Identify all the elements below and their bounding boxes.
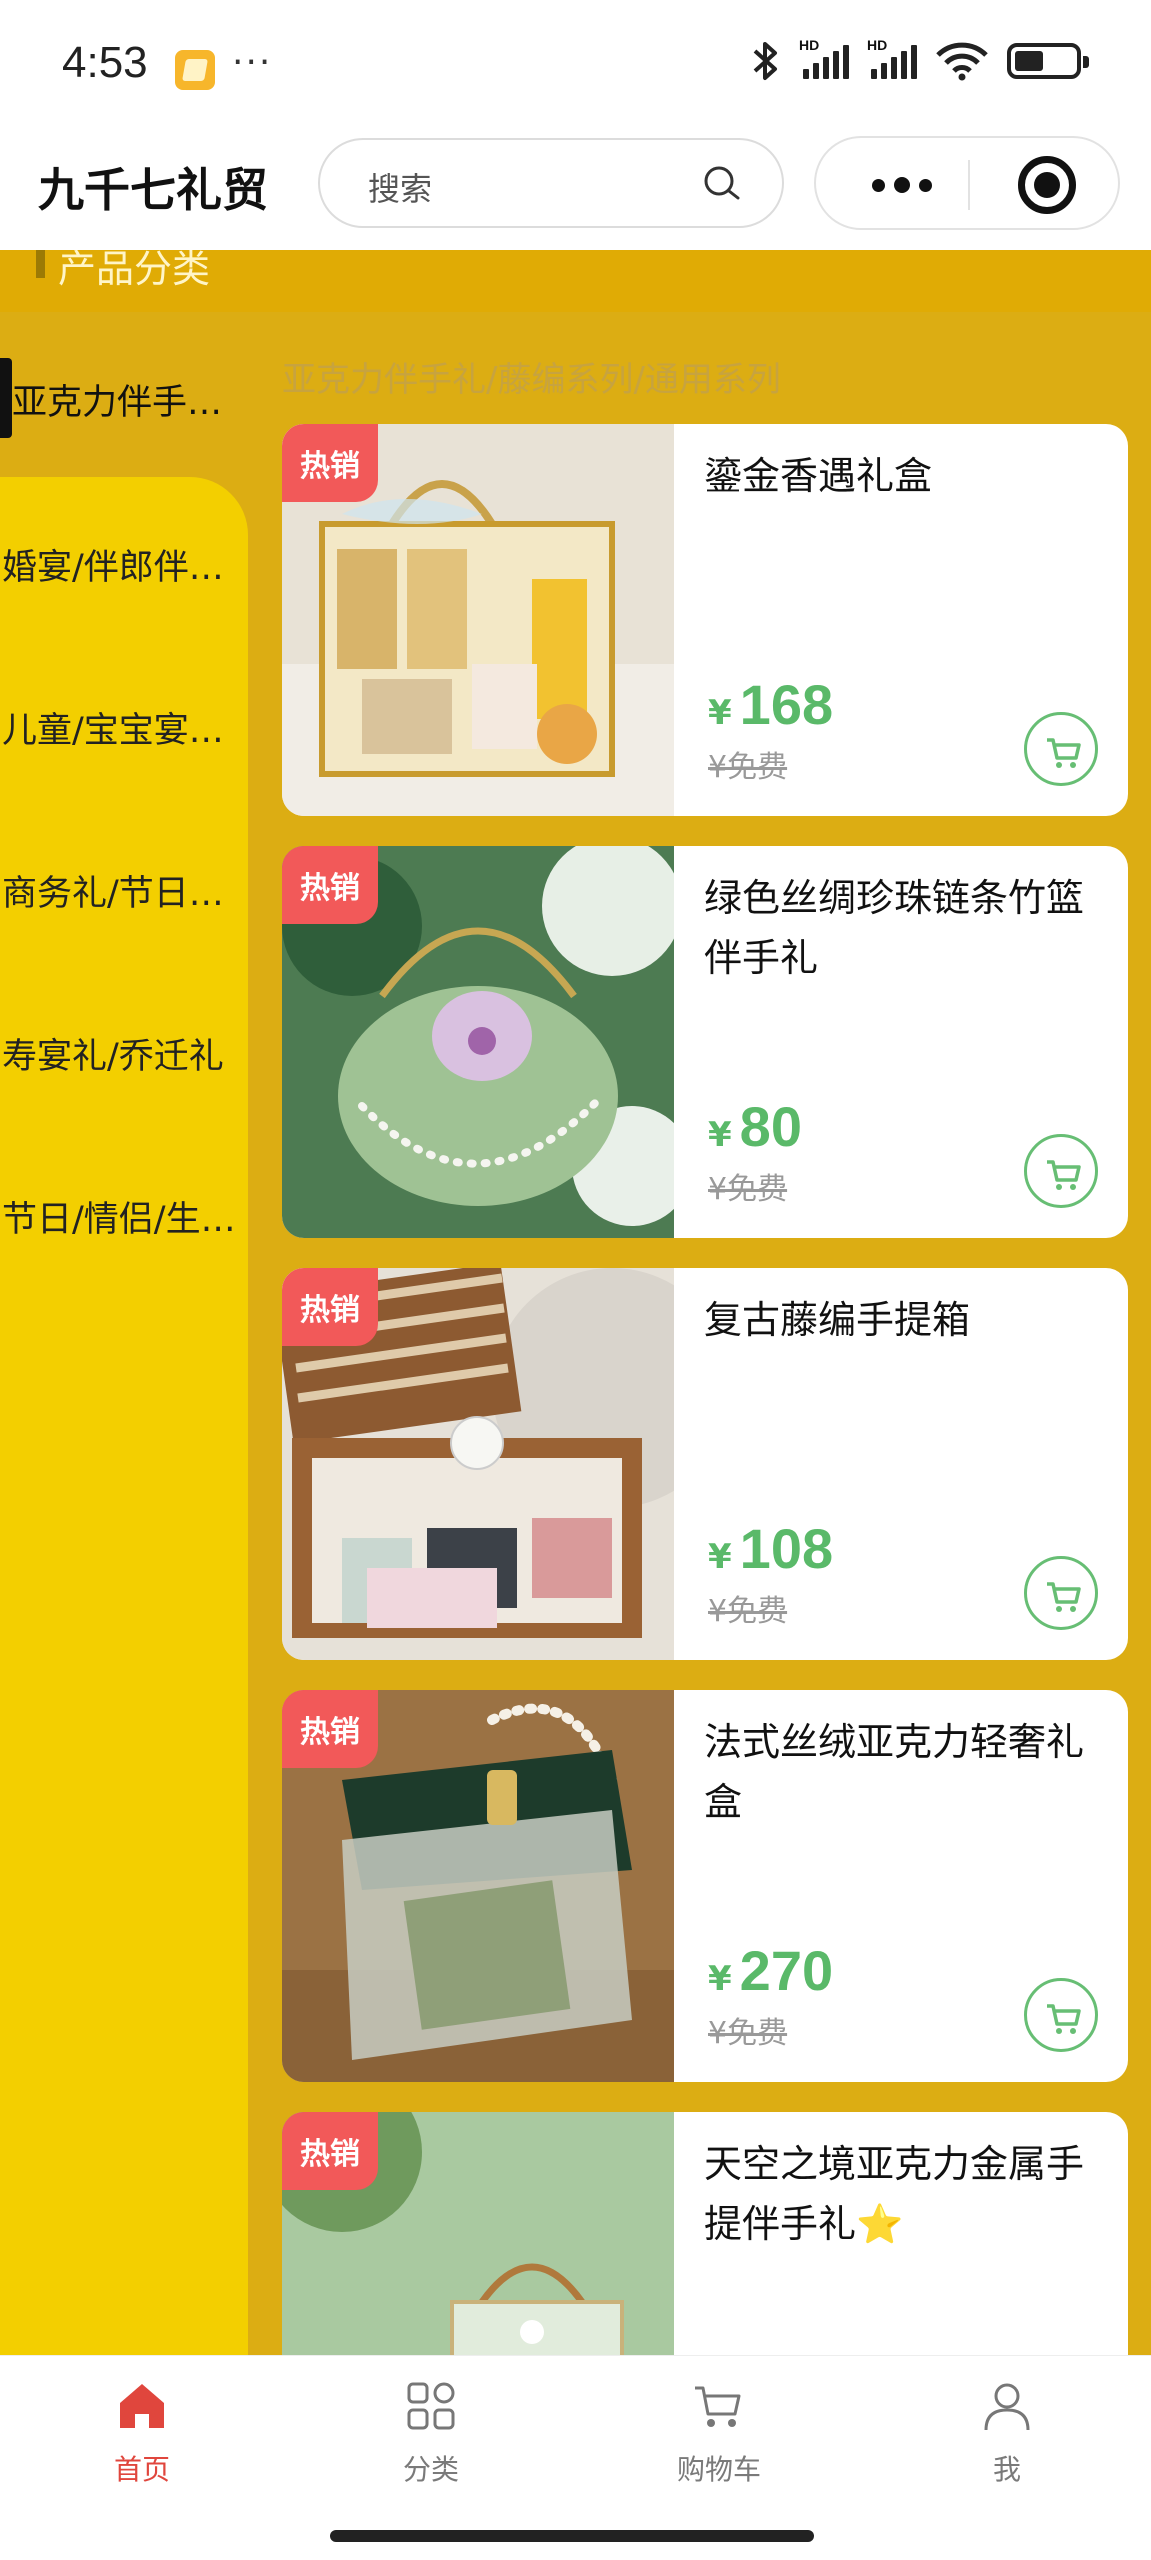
capsule-divider xyxy=(968,160,970,210)
home-indicator-area xyxy=(0,2510,1151,2560)
shipping-label: ¥免费 xyxy=(708,1172,788,1207)
product-list: 亚克力伴手礼/藤编系列/通用系列 热销 鎏金香遇礼盒 ¥ 168 ¥免费 热销 … xyxy=(248,312,1151,2355)
sidebar-item-birthday[interactable]: 寿宴礼/乔迁礼 xyxy=(0,1028,248,1079)
signal-icon: HD xyxy=(799,37,849,79)
product-price: ¥80 xyxy=(708,1095,802,1158)
product-card[interactable]: 热销 法式丝绒亚克力轻奢礼盒 ¥270 ¥免费 xyxy=(282,1690,1128,2082)
tab-me[interactable]: 我 xyxy=(907,2376,1107,2488)
product-image: 热销 xyxy=(282,424,674,816)
shipping-label: ¥免费 xyxy=(708,2016,788,2051)
app-title: 九千七礼贸 xyxy=(38,163,268,217)
tab-label: 分类 xyxy=(402,2453,459,2486)
home-icon xyxy=(120,2384,164,2428)
product-price: ¥108 xyxy=(708,1517,834,1580)
section-header: 产品分类 xyxy=(0,250,1151,312)
app-header: 九千七礼贸 搜索 xyxy=(0,130,1151,250)
product-image: 热销 xyxy=(282,846,674,1238)
hot-badge: 热销 xyxy=(282,1690,378,1768)
add-to-cart-button[interactable] xyxy=(1024,1978,1098,2052)
add-to-cart-button[interactable] xyxy=(1024,1134,1098,1208)
hot-badge: 热销 xyxy=(282,846,378,924)
product-price: ¥168 xyxy=(708,673,834,736)
wifi-icon xyxy=(936,42,988,81)
sidebar-item-label: 亚克力伴手礼/藤编系列/通用系列 xyxy=(12,383,248,423)
sidebar-item-kids[interactable]: 儿童/宝宝宴回礼 xyxy=(0,702,248,753)
tab-home[interactable]: 首页 xyxy=(42,2376,242,2488)
hot-badge: 热销 xyxy=(282,2112,378,2190)
product-name: 鎏金香遇礼盒 xyxy=(704,454,933,498)
product-card[interactable]: 热销 复古藤编手提箱 ¥108 ¥免费 xyxy=(282,1268,1128,1660)
cart-icon xyxy=(1047,2004,1081,2034)
tab-category[interactable]: 分类 xyxy=(331,2376,531,2488)
product-image: 热销 xyxy=(282,2112,674,2355)
miniprogram-capsule xyxy=(814,136,1120,230)
cart-icon xyxy=(1047,1160,1081,1190)
notes-app-icon xyxy=(175,50,215,90)
search-icon xyxy=(704,166,740,200)
battery-icon xyxy=(1007,43,1089,79)
sidebar-list: 婚宴/伴郎伴娘礼 儿童/宝宝宴回礼 商务礼/节日福利 寿宴礼/乔迁礼 节日/情侣… xyxy=(0,477,248,2355)
category-breadcrumb: 亚克力伴手礼/藤编系列/通用系列 xyxy=(282,360,781,400)
product-price: ¥270 xyxy=(708,1939,834,2002)
search-placeholder: 搜索 xyxy=(368,170,433,208)
add-to-cart-button[interactable] xyxy=(1024,1556,1098,1630)
category-sidebar: 亚克力伴手礼/藤编系列/通用系列 婚宴/伴郎伴娘礼 儿童/宝宝宴回礼 商务礼/节… xyxy=(0,312,248,2355)
product-name: 法式丝绒亚克力轻奢礼盒 xyxy=(704,1720,1085,1824)
product-name: 天空之境亚克力金属手提伴手礼⭐ xyxy=(704,2142,1085,2246)
sidebar-item-business[interactable]: 商务礼/节日福利 xyxy=(0,865,248,916)
product-name: 绿色丝绸珍珠链条竹篮伴手礼 xyxy=(704,876,1085,980)
status-more-icon: ··· xyxy=(232,42,273,83)
product-card[interactable]: 热销 绿色丝绸珍珠链条竹篮伴手礼 ¥80 ¥免费 xyxy=(282,846,1128,1238)
product-card[interactable]: 热销 鎏金香遇礼盒 ¥168 ¥免费 xyxy=(282,424,1128,816)
shipping-label: ¥免费 xyxy=(708,750,788,785)
cart-icon xyxy=(1047,738,1081,768)
tab-cart[interactable]: 购物车 xyxy=(619,2376,819,2488)
sidebar-item-active[interactable]: 亚克力伴手礼/藤编系列/通用系列 xyxy=(0,312,248,480)
hot-badge: 热销 xyxy=(282,1268,378,1346)
hot-badge: 热销 xyxy=(282,424,378,502)
close-target-icon[interactable] xyxy=(1018,156,1076,214)
home-indicator[interactable] xyxy=(330,2530,814,2542)
product-image: 热销 xyxy=(282,1268,674,1660)
tab-label: 首页 xyxy=(113,2453,170,2486)
signal-icon-2: HD xyxy=(867,37,917,79)
tab-label: 购物车 xyxy=(676,2453,761,2486)
user-icon xyxy=(984,2383,1030,2431)
page-body: 产品分类 亚克力伴手礼/藤编系列/通用系列 婚宴/伴郎伴娘礼 儿童/宝宝宴回礼 … xyxy=(0,250,1151,2355)
category-icon xyxy=(407,2382,455,2430)
cart-icon xyxy=(1047,1582,1081,1612)
status-time: 4:53 xyxy=(62,38,148,87)
search-input[interactable]: 搜索 xyxy=(318,138,784,228)
section-bar xyxy=(36,250,45,278)
product-image: 热销 xyxy=(282,1690,674,2082)
add-to-cart-button[interactable] xyxy=(1024,712,1098,786)
shipping-label: ¥免费 xyxy=(708,1594,788,1629)
status-indicators: HD HD xyxy=(751,37,1089,82)
sidebar-item-wedding[interactable]: 婚宴/伴郎伴娘礼 xyxy=(0,539,248,590)
product-card[interactable]: 热销 天空之境亚克力金属手提伴手礼⭐ xyxy=(282,2112,1128,2355)
sidebar-item-festival[interactable]: 节日/情侣/生日礼 xyxy=(0,1191,248,1242)
section-title: 产品分类 xyxy=(58,250,211,291)
cart-icon xyxy=(695,2386,741,2427)
bottom-tab-bar: 首页 分类 购物车 我 xyxy=(0,2355,1151,2510)
bluetooth-icon xyxy=(753,42,777,80)
product-name: 复古藤编手提箱 xyxy=(704,1298,971,1342)
status-bar: 4:53 ··· HD HD xyxy=(0,0,1151,130)
tab-label: 我 xyxy=(992,2453,1021,2486)
more-icon[interactable] xyxy=(862,160,942,210)
